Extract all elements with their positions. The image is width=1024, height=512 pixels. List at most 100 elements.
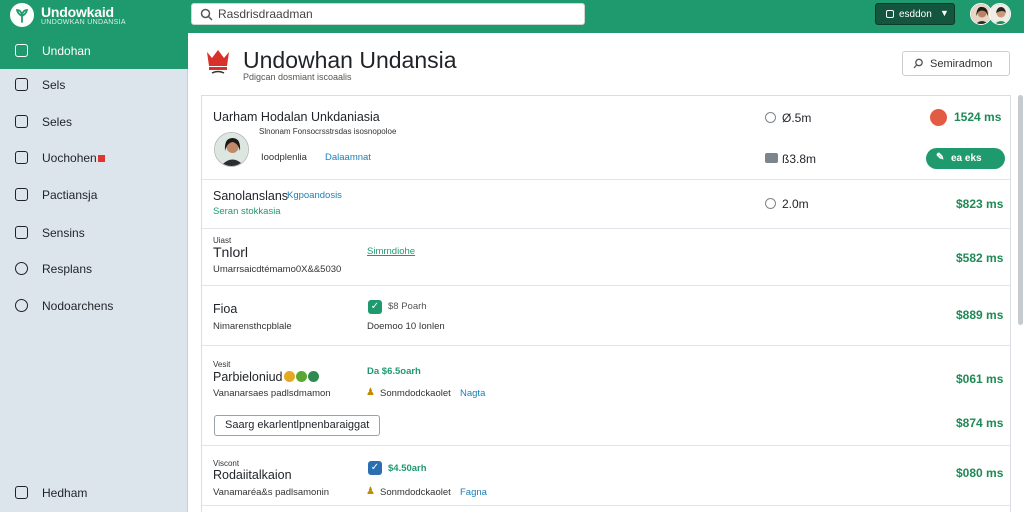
person-link[interactable]: Nagta — [460, 388, 485, 399]
item-metric: Ø.5m — [782, 111, 812, 125]
alert-indicator — [97, 155, 105, 162]
document-icon — [15, 226, 28, 239]
item-subtitle: Nimarensthcpblale — [213, 321, 292, 332]
settings-icon — [15, 486, 28, 499]
app-logo[interactable]: Undowkaid UNDOWKAN UNDANSIA — [10, 2, 180, 30]
person-label: Sonmdodckaolet — [380, 487, 451, 498]
account-button-label: esddon — [899, 9, 932, 20]
person-icon: ♟ — [366, 387, 375, 398]
item-title: Rodaiitalkaion — [213, 468, 292, 482]
list-item[interactable]: Vesit Parbieloniud Vananarsaes padlsdmam… — [202, 346, 1010, 446]
second-user-avatar[interactable] — [989, 3, 1011, 25]
list-item[interactable]: Sanolanslans Kgpoandosis Seran stokkasia… — [202, 180, 1010, 229]
item-subtitle: Vananarsaes padlsdmamon — [213, 388, 331, 399]
search-box[interactable] — [191, 3, 585, 25]
sidebar: Undohan Sels Seles Uochohen Pactiansja S… — [0, 33, 188, 512]
item-title: Parbieloniud — [213, 370, 283, 384]
users-icon — [15, 299, 28, 312]
item-link[interactable]: Simrndiohe — [367, 246, 415, 257]
checkbox-icon[interactable]: ✓ — [368, 461, 382, 475]
camera-icon — [15, 78, 28, 91]
sidebar-item-label: Sensins — [42, 226, 85, 240]
person-link[interactable]: Dalaamnat — [325, 152, 371, 163]
checkbox-icon[interactable]: ✓ — [368, 300, 382, 314]
item-price: $080 ms — [956, 466, 1004, 480]
search-input[interactable] — [218, 6, 568, 22]
verified-badge-icon — [307, 371, 319, 382]
person-avatar — [214, 132, 249, 167]
sidebar-item-label: Resplans — [42, 262, 93, 276]
currency-icon — [930, 109, 947, 126]
sidebar-item-label: Seles — [42, 115, 73, 129]
status-pill[interactable]: ✎ ea eks — [926, 148, 1005, 169]
person-icon: ♟ — [366, 486, 375, 497]
page-title: Undowhan Undansia — [243, 47, 457, 73]
chevron-down-icon: ▼ — [940, 8, 949, 18]
search-icon — [913, 58, 923, 69]
item-title: Tnlorl — [213, 244, 249, 260]
person-label: Sonmdodckaolet — [380, 388, 451, 399]
sidebar-item-label-wrap: Uochohen — [42, 151, 105, 165]
results-list: Uarham Hodalan Unkdaniasia Slnonam Fonso… — [201, 95, 1011, 512]
sidebar-item-label: Nodoarchens — [42, 299, 114, 313]
account-dropdown-button[interactable]: esddon ▼ — [875, 3, 955, 25]
item-subtitle: Slnonam Fonsocrsstrsdas isosnopoloe — [259, 127, 397, 136]
gauge-icon — [15, 262, 28, 275]
check-label: Da $6.5oarh — [367, 366, 421, 377]
sidebar-item-sels[interactable]: Sels — [0, 67, 188, 103]
list-item[interactable]: Uiast Tnlorl Umarrsaicdtémamo0X&&5030 Si… — [202, 229, 1010, 286]
sidebar-item-uochohen[interactable]: Uochohen — [0, 140, 188, 176]
top-bar: Undowkaid UNDOWKAN UNDANSIA esddon ▼ — [0, 0, 1024, 33]
sidebar-footer-item[interactable]: Hedham — [0, 475, 188, 511]
item-metric-2: ß3.8m — [782, 152, 817, 166]
person-link[interactable]: Fagna — [460, 487, 487, 498]
list-item[interactable]: Fioa Nimarensthcpblale ✓ $8 Poarh Doemoo… — [202, 286, 1010, 346]
scrollbar[interactable] — [1018, 95, 1023, 325]
item-title-wrap: Parbieloniud — [213, 370, 319, 384]
item-kicker: Viscont — [213, 459, 240, 468]
item-subtitle: Seran stokkasia — [213, 206, 281, 217]
tree-icon — [15, 44, 28, 57]
sidebar-item-nodoarchens[interactable]: Nodoarchens — [0, 288, 188, 324]
header-button-label: Semiradmon — [930, 58, 993, 70]
item-title: Uarham Hodalan Unkdaniasia — [213, 110, 380, 124]
list-item[interactable]: Viscont Rodaiitalkaion Vanamaréa&s padls… — [202, 446, 1010, 506]
sidebar-item-label: Sels — [42, 78, 66, 92]
sidebar-item-pactiansja[interactable]: Pactiansja — [0, 177, 188, 213]
sidebar-item-sensins[interactable]: Sensins — [0, 215, 188, 251]
item-title: Fioa — [213, 302, 238, 316]
sidebar-item-label: Undohan — [42, 44, 91, 58]
check-label: $8 Poarh — [388, 301, 427, 312]
status-pill-label: ea eks — [951, 153, 982, 164]
person-label: Ioodplenlia — [261, 152, 307, 163]
sidebar-item-resplans[interactable]: Resplans — [0, 251, 188, 287]
green-badge-icon — [295, 371, 307, 382]
item-title-link[interactable]: Kgpoandosis — [287, 190, 342, 201]
item-metric: 2.0m — [782, 197, 809, 211]
header-action-button[interactable]: Semiradmon — [902, 51, 1010, 76]
check-sub: Doemoo 10 Ionlen — [367, 321, 445, 332]
list-item[interactable]: Uarham Hodalan Unkdaniasia Slnonam Fonso… — [202, 96, 1010, 180]
item-price: $823 ms — [956, 197, 1004, 211]
item-price: 1524 ms — [954, 110, 1002, 124]
page-subtitle: Pdigcan dosmiant iscoaalis — [243, 72, 352, 82]
item-kicker: Vesit — [213, 360, 231, 369]
search-icon — [200, 8, 213, 21]
item-title: Sanolanslans — [213, 189, 289, 203]
sidebar-item-label: Uochohen — [42, 151, 97, 165]
sidebar-item-seles[interactable]: Seles — [0, 104, 188, 140]
check-label: $4.50arh — [388, 463, 427, 474]
building-icon — [765, 153, 778, 163]
item-price: $889 ms — [956, 308, 1004, 322]
list-icon — [15, 115, 28, 128]
sidebar-footer-label: Hedham — [42, 486, 88, 500]
tag-icon: ✎ — [936, 152, 945, 163]
item-price: $061 ms — [956, 372, 1004, 386]
item-subtitle: Umarrsaicdtémamo0X&&5030 — [213, 264, 342, 275]
item-price: $582 ms — [956, 251, 1004, 265]
row-action-button[interactable]: Saarg ekarlentlpnenbaraiggat — [214, 415, 381, 436]
sidebar-item-undohan[interactable]: Undohan — [0, 33, 188, 69]
app-name: Undowkaid — [41, 4, 114, 20]
gold-badge-icon — [283, 371, 295, 382]
sidebar-item-label: Pactiansja — [42, 188, 98, 202]
